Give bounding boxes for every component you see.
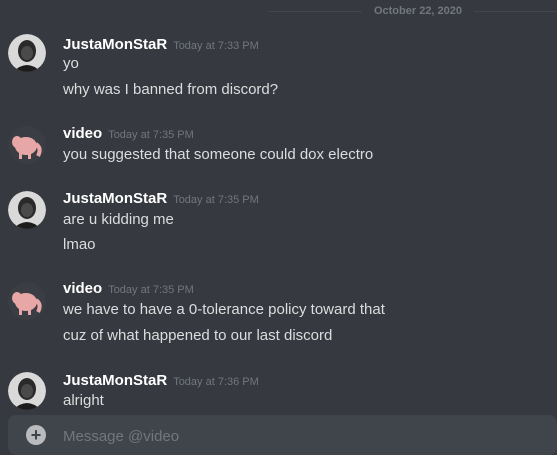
message-text: yo [63,55,79,72]
message-timestamp: Today at 7:35 PM [108,129,194,141]
portrait-avatar[interactable] [8,34,46,72]
divider-line-right [474,11,557,12]
message-timestamp: Today at 7:36 PM [173,376,259,388]
message-text: cuz of what happened to our last discord [63,327,333,344]
portrait-avatar[interactable] [8,191,46,229]
pink-elephant-avatar[interactable] [8,126,46,164]
message-timestamp: Today at 7:35 PM [173,194,259,206]
pink-elephant-avatar[interactable] [8,282,46,320]
divider-line-left [268,11,362,12]
portrait-avatar[interactable] [8,372,46,410]
author-name[interactable]: video Today at 7:35 PM [63,280,194,299]
author-label[interactable]: JustaMonStaR [63,372,167,389]
author-name[interactable]: JustaMonStaR Today at 7:35 PM [63,190,259,209]
message-text: lmao [63,236,96,253]
message-timestamp: Today at 7:33 PM [173,40,259,52]
message-timestamp: Today at 7:35 PM [108,284,194,296]
message-text: why was I banned from discord? [63,81,279,98]
message-text: alright [63,392,104,409]
plus-circle-icon[interactable]: + [26,425,46,445]
message-text: you suggested that someone could dox ele… [63,146,374,163]
message-input[interactable] [63,426,263,446]
author-name[interactable]: JustaMonStaR Today at 7:36 PM [63,372,259,391]
author-label[interactable]: video [63,125,102,142]
date-divider: October 22, 2020 [0,0,557,22]
author-label[interactable]: video [63,280,102,297]
author-name[interactable]: video Today at 7:35 PM [63,125,194,144]
message-composer: + [8,415,557,455]
author-label[interactable]: JustaMonStaR [63,190,167,207]
message-text: are u kidding me [63,211,174,228]
author-label[interactable]: JustaMonStaR [63,36,167,53]
date-divider-label: October 22, 2020 [373,5,463,17]
message-text: we have to have a 0-tolerance policy tow… [63,301,385,318]
author-name[interactable]: JustaMonStaR Today at 7:33 PM [63,36,259,55]
